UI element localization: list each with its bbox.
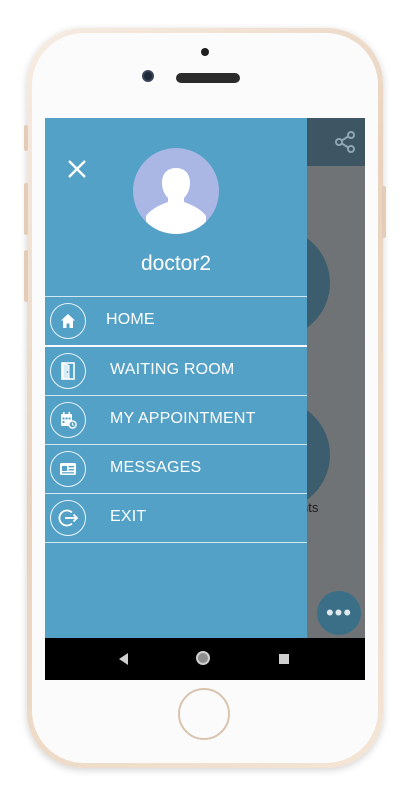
message-card-icon bbox=[50, 451, 86, 487]
user-silhouette-icon bbox=[146, 168, 206, 234]
drawer-menu: HOME WAITING ROOM MY APPOINTMENT MESSAGE… bbox=[45, 296, 307, 543]
volume-up-button bbox=[24, 183, 28, 235]
phone-home-button[interactable] bbox=[178, 688, 230, 740]
volume-down-button bbox=[24, 250, 28, 302]
share-button[interactable] bbox=[327, 124, 363, 160]
menu-item-my-appointment[interactable]: MY APPOINTMENT bbox=[45, 396, 307, 445]
menu-item-waiting-room[interactable]: WAITING ROOM bbox=[45, 347, 307, 396]
share-icon bbox=[335, 131, 355, 153]
more-dots-icon: ••• bbox=[325, 600, 353, 625]
menu-item-exit[interactable]: EXIT bbox=[45, 494, 307, 543]
avatar[interactable] bbox=[133, 148, 219, 234]
close-icon bbox=[68, 160, 86, 178]
power-button bbox=[382, 186, 386, 238]
more-options-fab[interactable]: ••• bbox=[317, 591, 361, 635]
username-label: doctor2 bbox=[140, 252, 212, 275]
close-drawer-button[interactable] bbox=[65, 158, 89, 182]
menu-item-home[interactable]: HOME bbox=[45, 297, 307, 347]
home-icon bbox=[50, 303, 86, 339]
calendar-clock-icon bbox=[50, 402, 86, 438]
home-circle-icon[interactable] bbox=[196, 651, 210, 665]
front-camera bbox=[142, 70, 154, 82]
app-screen: nts ••• doctor2 HOME WAITING ROOM MY APP… bbox=[45, 118, 365, 680]
mute-switch bbox=[24, 125, 28, 151]
door-icon bbox=[50, 353, 86, 389]
exit-icon bbox=[50, 500, 86, 536]
menu-item-messages[interactable]: MESSAGES bbox=[45, 445, 307, 494]
menu-item-label: HOME bbox=[106, 311, 155, 328]
earpiece-speaker bbox=[176, 73, 240, 83]
menu-item-label: EXIT bbox=[110, 508, 147, 525]
back-icon[interactable] bbox=[119, 653, 128, 665]
menu-item-label: MESSAGES bbox=[110, 459, 202, 476]
menu-item-label: MY APPOINTMENT bbox=[110, 410, 256, 427]
navigation-drawer: doctor2 HOME WAITING ROOM MY APPOINTMENT… bbox=[45, 118, 307, 638]
front-sensor bbox=[201, 48, 209, 56]
menu-item-label: WAITING ROOM bbox=[110, 361, 235, 378]
recent-apps-icon[interactable] bbox=[279, 654, 289, 664]
system-nav-bar bbox=[45, 638, 365, 680]
